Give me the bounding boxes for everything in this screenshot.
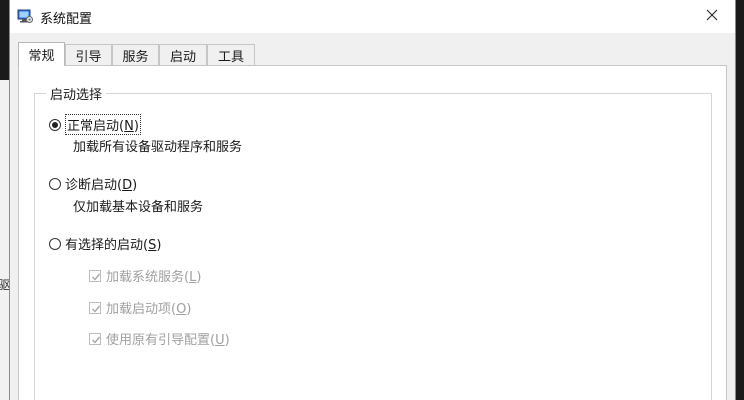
diagnostic-startup-description: 仅加载基本设备和服务 [73,200,204,215]
checkbox-label: 加载启动项(O) [106,302,192,317]
group-title: 启动选择 [46,84,107,103]
checkmark-icon [92,305,101,313]
checkmark-icon [92,336,101,344]
close-button[interactable] [689,0,735,33]
tab-label: 常规 [28,49,55,64]
background-dark-area [0,0,9,80]
radio-label: 诊断启动(D) [65,178,138,193]
general-tab-panel: 启动选择 正常启动(N) 加载所有设备驱动程序和服务 诊断启动(D) 仅加载基本… [18,65,727,400]
tab-startup[interactable]: 启动 [159,44,207,65]
tab-label: 服务 [122,49,149,65]
checkbox-load-system-services[interactable]: 加载系统服务(L) [89,266,201,285]
tab-label: 启动 [169,49,196,65]
tab-label: 工具 [217,49,244,65]
background-window-edge: 驱 [0,0,10,400]
checkbox-label: 使用原有引导配置(U) [106,333,230,348]
radio-selective-startup[interactable]: 有选择的启动(S) [49,234,161,253]
radio-label: 正常启动(N) [65,114,141,135]
radio-normal-startup[interactable]: 正常启动(N) [49,114,141,135]
tab-label: 引导 [75,49,102,65]
checkbox-use-original-boot-config[interactable]: 使用原有引导配置(U) [89,329,230,348]
background-dark-edge [736,0,744,400]
radio-button[interactable] [49,177,61,190]
msconfig-icon [17,8,33,24]
title-bar[interactable]: 系统配置 [10,0,735,33]
tab-boot[interactable]: 引导 [65,44,112,65]
checkbox-label: 加载系统服务(L) [106,270,202,285]
checkbox-disabled[interactable] [89,269,101,282]
tab-services[interactable]: 服务 [112,44,159,65]
checkbox-disabled[interactable] [89,301,101,314]
radio-label: 有选择的启动(S) [65,238,162,253]
radio-button-selected[interactable] [49,118,61,131]
system-config-window: 系统配置 常规 引导 服务 启动 工具 启动选择 正常启动(N) 加载所有设备驱… [9,0,736,400]
tab-tools[interactable]: 工具 [207,44,255,65]
tab-general[interactable]: 常规 [18,42,65,66]
checkmark-icon [92,273,101,281]
normal-startup-description: 加载所有设备驱动程序和服务 [73,140,243,155]
radio-diagnostic-startup[interactable]: 诊断启动(D) [49,174,137,193]
checkbox-disabled[interactable] [89,332,101,345]
radio-button[interactable] [49,237,61,250]
close-icon [706,9,718,25]
checkbox-load-startup-items[interactable]: 加载启动项(O) [89,298,191,317]
window-title: 系统配置 [40,12,93,27]
